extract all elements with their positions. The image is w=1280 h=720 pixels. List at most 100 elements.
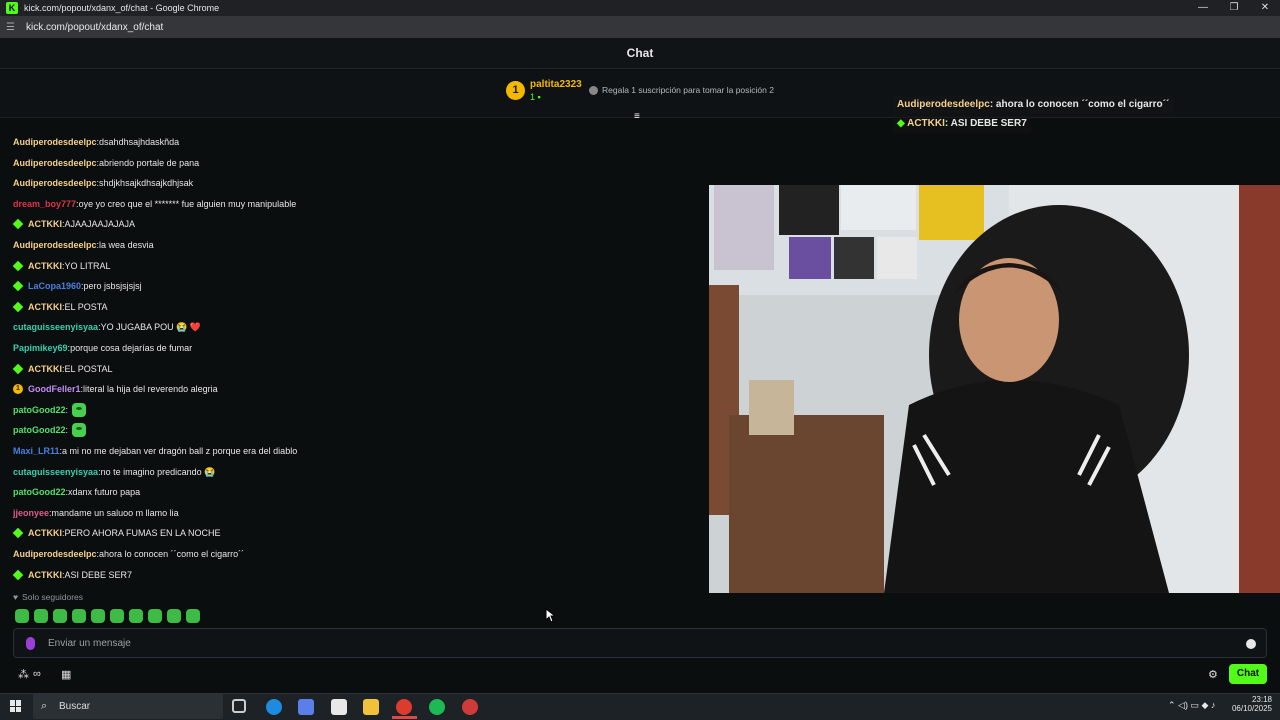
diamond-badge-icon[interactable]: [12, 260, 24, 271]
gift-prompt[interactable]: Regala 1 suscripción para tomar la posic…: [589, 85, 774, 95]
site-settings-icon[interactable]: ☰: [6, 22, 18, 33]
overlay-message: Audiperodesdeelpc: ahora lo conocen ´´co…: [893, 96, 1174, 114]
chat-username[interactable]: ACTKKI: [28, 300, 62, 314]
chat-username[interactable]: Audiperodesdeelpc: [13, 156, 97, 170]
chat-message: ACTKKI: AJAAJAAJAJAJA: [12, 217, 135, 231]
address-bar[interactable]: ☰ kick.com/popout/xdanx_of/chat: [0, 16, 1280, 38]
chat-message: Papimikey69: porque cosa dejarías de fum…: [13, 341, 192, 355]
emote-icon[interactable]: [91, 609, 105, 623]
emote-icon[interactable]: [186, 609, 200, 623]
chat-username[interactable]: ACTKKI: [28, 362, 62, 376]
subscriber-badge-icon[interactable]: 1: [13, 384, 23, 395]
store-icon[interactable]: ▦: [61, 668, 71, 681]
send-chat-button[interactable]: Chat: [1229, 664, 1267, 684]
app-icon[interactable]: [462, 699, 478, 715]
chat-username[interactable]: ACTKKI: [28, 259, 62, 273]
chat-username[interactable]: dream_boy777: [13, 197, 76, 211]
chat-message: ACTKKI: EL POSTA: [12, 300, 108, 314]
diamond-badge-icon[interactable]: [12, 528, 24, 539]
gift-count: 1 ▪: [530, 92, 541, 102]
chat-message: Audiperodesdeelpc: dsahdhsajhdaskñda: [13, 135, 179, 149]
chat-username[interactable]: ACTKKI: [28, 217, 62, 231]
start-icon[interactable]: [10, 700, 22, 712]
chat-username[interactable]: jjeonyee: [13, 506, 49, 520]
window-title: kick.com/popout/xdanx_of/chat - Google C…: [24, 3, 220, 13]
infinity-icon[interactable]: ∞: [33, 668, 41, 680]
followers-only-notice: ♥ Solo seguidores: [13, 592, 84, 602]
chat-text: PERO AHORA FUMAS EN LA NOCHE: [64, 528, 221, 539]
chat-message: patoGood22:: [13, 423, 87, 438]
chat-username[interactable]: ACTKKI: [28, 568, 62, 582]
url-text[interactable]: kick.com/popout/xdanx_of/chat: [26, 22, 163, 33]
chat-text: abriendo portale de pana: [99, 157, 200, 168]
file-explorer-icon[interactable]: [363, 699, 379, 715]
chat-text: pero jsbsjsjsjsj: [83, 281, 142, 292]
chat-title: Chat: [626, 46, 654, 60]
message-placeholder: Enviar un mensaje: [48, 637, 131, 649]
task-view-icon[interactable]: [232, 699, 246, 713]
chat-username[interactable]: Audiperodesdeelpc: [13, 238, 97, 252]
emote-icon[interactable]: [53, 609, 67, 623]
chat-text: porque cosa dejarías de fumar: [70, 343, 193, 353]
emote-icon[interactable]: [72, 423, 87, 438]
points-icon[interactable]: ⁂: [18, 668, 29, 681]
chrome-icon[interactable]: [396, 699, 412, 715]
diamond-badge-icon[interactable]: [12, 301, 24, 313]
diamond-badge-icon[interactable]: [12, 219, 24, 230]
emote-icon[interactable]: [15, 609, 29, 623]
minimize-button[interactable]: —: [1188, 0, 1218, 16]
chat-message: ACTKKI: YO LITRAL: [12, 259, 111, 273]
chat-username[interactable]: Papimikey69: [13, 341, 68, 355]
edge-icon[interactable]: [266, 699, 282, 715]
emote-icon[interactable]: [129, 609, 143, 623]
chat-text: la wea desvia: [99, 240, 154, 250]
chat-text: shdjkhsajkdhsajkdhjsak: [99, 178, 194, 189]
tray-icons[interactable]: ⌃ ◁) ▭ ◆ ♪: [1168, 700, 1215, 711]
chat-username[interactable]: patoGood22: [13, 423, 66, 437]
clock[interactable]: 23:18 06/10/2025: [1228, 695, 1272, 713]
diamond-badge-icon[interactable]: [12, 569, 24, 580]
chat-username[interactable]: Audiperodesdeelpc: [13, 547, 97, 561]
taskbar-search[interactable]: ⌕ Buscar: [33, 694, 223, 719]
chat-username[interactable]: GoodFeller1: [28, 382, 81, 396]
chat-message: ACTKKI: PERO AHORA FUMAS EN LA NOCHE: [12, 526, 221, 540]
chat-username[interactable]: LaCopa1960: [28, 279, 81, 293]
chat-username[interactable]: Audiperodesdeelpc: [13, 135, 97, 149]
diamond-badge-icon: ◆: [897, 118, 908, 129]
emoji-picker-icon[interactable]: [1246, 639, 1256, 649]
chat-username[interactable]: cutaguisseenyisyaa: [13, 320, 98, 334]
chat-username[interactable]: ACTKKI: [28, 526, 62, 540]
settings-gear-icon[interactable]: ⚙: [1208, 668, 1218, 681]
chat-username[interactable]: patoGood22: [13, 485, 66, 499]
store-app-icon[interactable]: [331, 699, 347, 715]
copilot-icon[interactable]: [298, 699, 314, 715]
chat-text: ahora lo conocen ´´como el cigarro´´: [99, 549, 245, 559]
emote-icon[interactable]: [72, 609, 86, 623]
close-button[interactable]: ✕: [1250, 0, 1280, 16]
spotify-icon[interactable]: [429, 699, 445, 715]
top-gifter-name[interactable]: paltita2323: [530, 79, 582, 90]
emote-icon[interactable]: [148, 609, 162, 623]
chat-username[interactable]: patoGood22: [13, 403, 66, 417]
stream-video[interactable]: [709, 185, 1280, 593]
emote-icon[interactable]: [72, 402, 87, 417]
overlay-text: : ASI DEBE SER7: [944, 118, 1027, 129]
diamond-badge-icon[interactable]: [12, 280, 24, 292]
diamond-badge-icon[interactable]: [12, 363, 24, 374]
chat-username[interactable]: Maxi_LR11: [13, 444, 60, 458]
chat-username[interactable]: Audiperodesdeelpc: [13, 176, 97, 190]
chat-username[interactable]: cutaguisseenyisyaa: [13, 465, 98, 479]
restore-button[interactable]: ❐: [1219, 0, 1249, 16]
collapse-icon[interactable]: ≡: [634, 111, 640, 122]
overlay-message: ◆ ACTKKI: ASI DEBE SER7: [893, 115, 1031, 133]
chat-message: cutaguisseenyisyaa: YO JUGABA POU 😭 ❤️: [13, 320, 201, 334]
chat-text: xdanx futuro papa: [68, 487, 141, 498]
message-input[interactable]: Enviar un mensaje: [13, 628, 1267, 658]
emote-icon[interactable]: [167, 609, 181, 623]
emote-icon[interactable]: [110, 609, 124, 623]
chat-header: Chat: [0, 38, 1280, 69]
mic-icon[interactable]: [26, 637, 35, 650]
chat-text: dsahdhsajhdaskñda: [99, 137, 180, 147]
emote-icon[interactable]: [34, 609, 48, 623]
separator: :: [65, 404, 69, 415]
